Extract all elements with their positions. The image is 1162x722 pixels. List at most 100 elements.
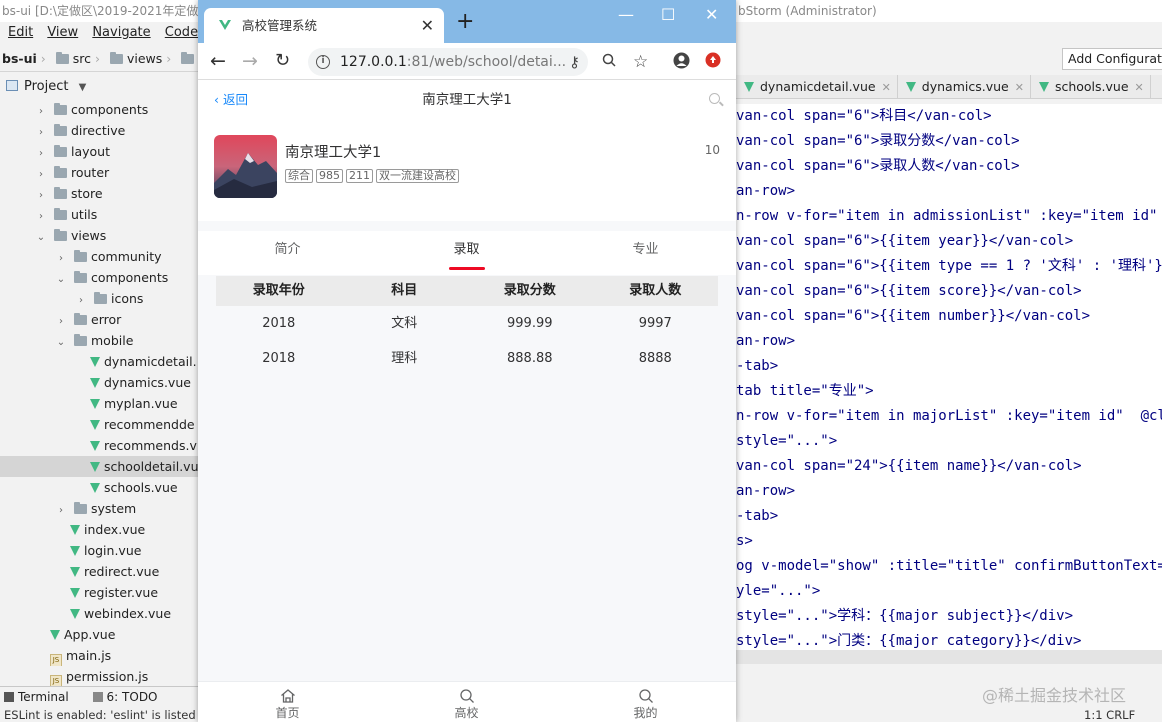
project-panel-header[interactable]: Project ▼ <box>0 76 198 98</box>
tree-item[interactable]: redirect.vue <box>0 561 198 582</box>
breadcrumb-views[interactable]: views <box>127 51 162 66</box>
close-window-button[interactable]: ✕ <box>705 5 718 25</box>
chevron-down-icon[interactable]: ⌄ <box>54 332 68 351</box>
tree-item[interactable]: index.vue <box>0 519 198 540</box>
tree-item[interactable]: › error <box>0 309 198 330</box>
folder-icon <box>74 271 87 283</box>
chevron-right-icon[interactable]: › <box>54 311 68 330</box>
tree-item[interactable]: › router <box>0 162 198 183</box>
tree-item-label: router <box>71 165 110 180</box>
code-line: yle="..."> <box>736 583 821 599</box>
chevron-right-icon[interactable]: › <box>74 290 88 309</box>
menu-edit[interactable]: Edit <box>8 25 33 40</box>
reload-icon[interactable]: ↻ <box>275 51 290 71</box>
chevron-down-icon[interactable]: ⌄ <box>54 269 68 288</box>
new-tab-button[interactable]: + <box>456 11 474 33</box>
bookmark-star-icon[interactable]: ☆ <box>633 52 648 72</box>
tree-item[interactable]: JS main.js <box>0 645 198 666</box>
tree-item[interactable]: ⌄ mobile <box>0 330 198 351</box>
menu-code[interactable]: Code <box>165 25 198 40</box>
extension-icon[interactable] <box>705 52 721 73</box>
cell-year: 2018 <box>262 351 296 366</box>
chevron-right-icon[interactable]: › <box>34 143 48 162</box>
tag-211: 211 <box>346 169 373 183</box>
tree-item[interactable]: myplan.vue <box>0 393 198 414</box>
tree-item[interactable]: › utils <box>0 204 198 225</box>
zoom-icon[interactable] <box>602 52 616 72</box>
chevron-right-icon[interactable]: › <box>54 500 68 519</box>
tree-item[interactable]: App.vue <box>0 624 198 645</box>
chevron-right-icon[interactable]: › <box>34 206 48 225</box>
add-configuration-button[interactable]: Add Configuratio <box>1062 48 1162 70</box>
editor-tab-dynamics[interactable]: dynamics.vue ✕ <box>898 75 1031 98</box>
chevron-right-icon[interactable]: › <box>34 185 48 204</box>
tree-item[interactable]: dynamicdetail. <box>0 351 198 372</box>
tabbar-mine[interactable]: 我的 <box>556 682 735 722</box>
tree-item-label: store <box>71 186 103 201</box>
tree-item[interactable]: recommends.v <box>0 435 198 456</box>
close-icon[interactable]: ✕ <box>882 81 891 94</box>
tree-item[interactable]: › store <box>0 183 198 204</box>
editor-tab-dynamicdetail[interactable]: dynamicdetail.vue ✕ <box>736 75 898 98</box>
chevron-down-icon[interactable]: ▼ <box>79 82 87 93</box>
chevron-right-icon[interactable]: › <box>34 122 48 141</box>
school-image <box>214 135 277 198</box>
tree-item-label: schools.vue <box>104 480 178 495</box>
tree-item[interactable]: schools.vue <box>0 477 198 498</box>
tree-item-label: dynamics.vue <box>104 375 191 390</box>
tree-item[interactable]: › icons <box>0 288 198 309</box>
editor-tab-schools[interactable]: schools.vue ✕ <box>1031 75 1151 98</box>
maximize-button[interactable]: ☐ <box>661 5 675 25</box>
menu-view[interactable]: View <box>47 25 78 40</box>
chevron-right-icon[interactable]: › <box>34 101 48 120</box>
tabbar-home[interactable]: 首页 <box>198 682 377 722</box>
todo-tab[interactable]: 6: TODO <box>92 690 158 704</box>
tree-item[interactable]: webindex.vue <box>0 603 198 624</box>
tree-item[interactable]: dynamics.vue <box>0 372 198 393</box>
close-icon[interactable]: ✕ <box>1135 81 1144 94</box>
tree-item[interactable]: ⌄ components <box>0 267 198 288</box>
tree-item[interactable]: schooldetail.vu <box>0 456 198 477</box>
tab-intro[interactable]: 简介 <box>198 231 377 275</box>
tree-item[interactable]: ⌄ views <box>0 225 198 246</box>
info-icon[interactable]: i <box>316 55 330 69</box>
tree-item[interactable]: register.vue <box>0 582 198 603</box>
school-card: 南京理工大学1 10 综合 985 211 双一流建设高校 <box>198 119 736 221</box>
close-tab-icon[interactable]: ✕ <box>421 8 434 43</box>
chevron-right-icon[interactable]: › <box>54 248 68 267</box>
forward-arrow-icon[interactable]: → <box>242 51 258 71</box>
tree-item[interactable]: login.vue <box>0 540 198 561</box>
breadcrumb-src[interactable]: src <box>73 51 91 66</box>
tree-item[interactable]: › layout <box>0 141 198 162</box>
browser-tab[interactable]: 高校管理系统 ✕ <box>204 8 444 43</box>
close-icon[interactable]: ✕ <box>1015 81 1024 94</box>
terminal-tab[interactable]: Terminal <box>4 690 69 704</box>
tree-item[interactable]: recommendde <box>0 414 198 435</box>
tree-item[interactable]: › system <box>0 498 198 519</box>
tab-majors[interactable]: 专业 <box>556 231 735 275</box>
back-arrow-icon[interactable]: ← <box>210 51 226 71</box>
tree-item[interactable]: JS permission.js <box>0 666 198 687</box>
chevron-down-icon[interactable]: ⌄ <box>34 227 48 246</box>
tag-type: 综合 <box>285 169 313 183</box>
tree-item[interactable]: › community <box>0 246 198 267</box>
minimize-button[interactable]: — <box>618 5 634 25</box>
key-icon[interactable]: ⚷ <box>569 52 580 72</box>
editor-scroll-strip <box>736 650 1162 664</box>
tag-985: 985 <box>316 169 343 183</box>
project-tree: › components › directive › layout › router › stor… <box>0 99 198 687</box>
code-line: van-col span="6">{{item type == 1 ? '文科'… <box>736 258 1162 274</box>
project-icon <box>6 80 18 91</box>
tree-item[interactable]: › directive <box>0 120 198 141</box>
search-icon[interactable] <box>709 93 720 104</box>
chevron-right-icon[interactable]: › <box>34 164 48 183</box>
cell-score: 999.99 <box>507 316 553 331</box>
tree-item[interactable]: › components <box>0 99 198 120</box>
menu-navigate[interactable]: Navigate <box>92 25 150 40</box>
profile-icon[interactable] <box>673 52 690 74</box>
tabbar-schools[interactable]: 高校 <box>377 682 556 722</box>
url-path: :81/web/school/detai... <box>406 54 567 70</box>
breadcrumb-root[interactable]: bs-ui <box>2 51 37 66</box>
address-bar[interactable]: i 127.0.0.1:81/web/school/detai... <box>308 48 588 76</box>
code-editor[interactable]: van-col span="6">科目</van-col> van-col spa… <box>736 104 1162 650</box>
